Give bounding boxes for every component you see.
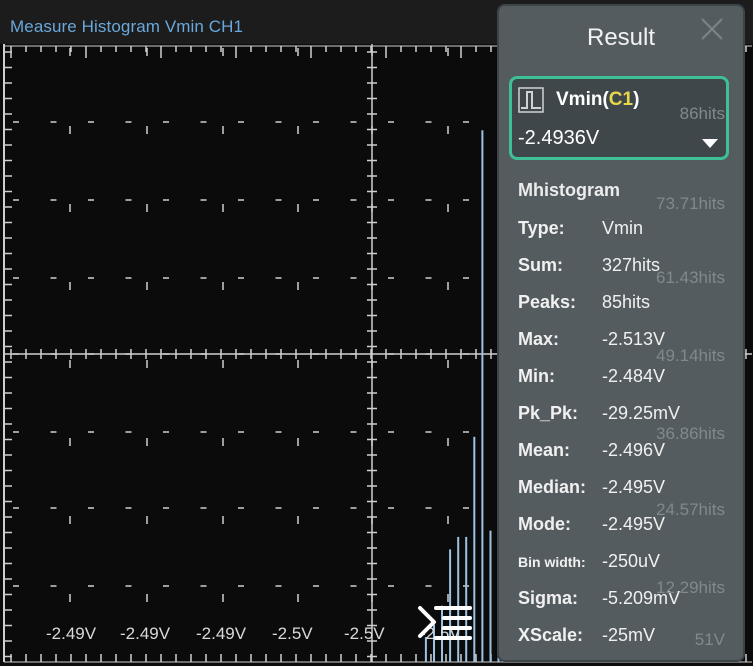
page-title: Measure Histogram Vmin CH1 xyxy=(10,17,244,36)
x-tick-label: -2.49V xyxy=(196,624,247,643)
close-icon[interactable] xyxy=(699,16,725,42)
hit-scale-label: 86hits xyxy=(679,104,725,123)
measurement-value: -2.4936V xyxy=(518,127,600,149)
stat-label: Max: xyxy=(518,329,560,349)
chevron-down-icon[interactable] xyxy=(702,139,718,148)
x-tick-label: -2.49V xyxy=(46,624,97,643)
measurement-name-end: ) xyxy=(633,89,640,110)
hit-scale-label: 51V xyxy=(694,630,725,649)
stat-value: -25mV xyxy=(602,625,656,645)
stat-label: Sum: xyxy=(518,255,563,275)
result-panel-header: Result xyxy=(499,6,743,64)
stat-label: Mean: xyxy=(518,440,571,460)
hit-scale-label: 73.71hits xyxy=(656,194,725,213)
hit-scale-label: 24.57hits xyxy=(656,500,725,519)
x-tick-label: -2.5V xyxy=(272,624,313,643)
stat-label: Mode: xyxy=(518,514,571,534)
stat-row: Min: -2.484V xyxy=(518,366,738,392)
histogram-stats: Mhistogram Type: Vmin Sum: 327hits Peaks: 85h… xyxy=(503,104,739,656)
measurement-channel: C1 xyxy=(608,89,634,110)
stat-value: 327hits xyxy=(602,255,661,275)
stat-value: -2.484V xyxy=(602,366,666,386)
measurement-type: Vmin( xyxy=(556,89,609,110)
histogram-bar xyxy=(481,130,484,663)
hit-scale-label: 36.86hits xyxy=(656,424,725,443)
stat-label: Type: xyxy=(518,218,565,238)
stat-value: -250uV xyxy=(602,551,661,571)
measurement-name: Vmin(C1) xyxy=(556,89,639,111)
x-tick-label: -2.49V xyxy=(120,624,171,643)
stats-title: Mhistogram xyxy=(518,180,621,200)
result-panel: Result Vmin(C1) -2.4936V Mhistogram Type… xyxy=(497,4,745,662)
menu-sum-icon[interactable] xyxy=(414,602,474,646)
stat-row: Peaks: 85hits xyxy=(518,292,738,318)
stat-label: Median: xyxy=(518,477,587,497)
stat-value: Vmin xyxy=(602,218,644,238)
pulse-icon xyxy=(518,87,544,113)
stat-label: Peaks: xyxy=(518,292,577,312)
stat-value: -2.495V xyxy=(602,477,666,497)
stat-label: Bin width: xyxy=(518,554,586,570)
stat-label: Sigma: xyxy=(518,588,579,608)
stat-label: Pk_Pk: xyxy=(518,403,579,423)
stat-row: Type: Vmin xyxy=(518,218,738,244)
stat-row: Bin width: -250uV xyxy=(518,551,738,577)
hit-scale-label: 49.14hits xyxy=(656,346,725,365)
hit-scale-label: 61.43hits xyxy=(656,268,725,287)
stat-label: Min: xyxy=(518,366,555,386)
hit-scale-label: 12.29hits xyxy=(656,578,725,597)
x-tick-label: -2.5V xyxy=(344,624,385,643)
stat-value: 85hits xyxy=(602,292,651,312)
stat-label: XScale: xyxy=(518,625,584,645)
stat-value: -29.25mV xyxy=(602,403,681,423)
